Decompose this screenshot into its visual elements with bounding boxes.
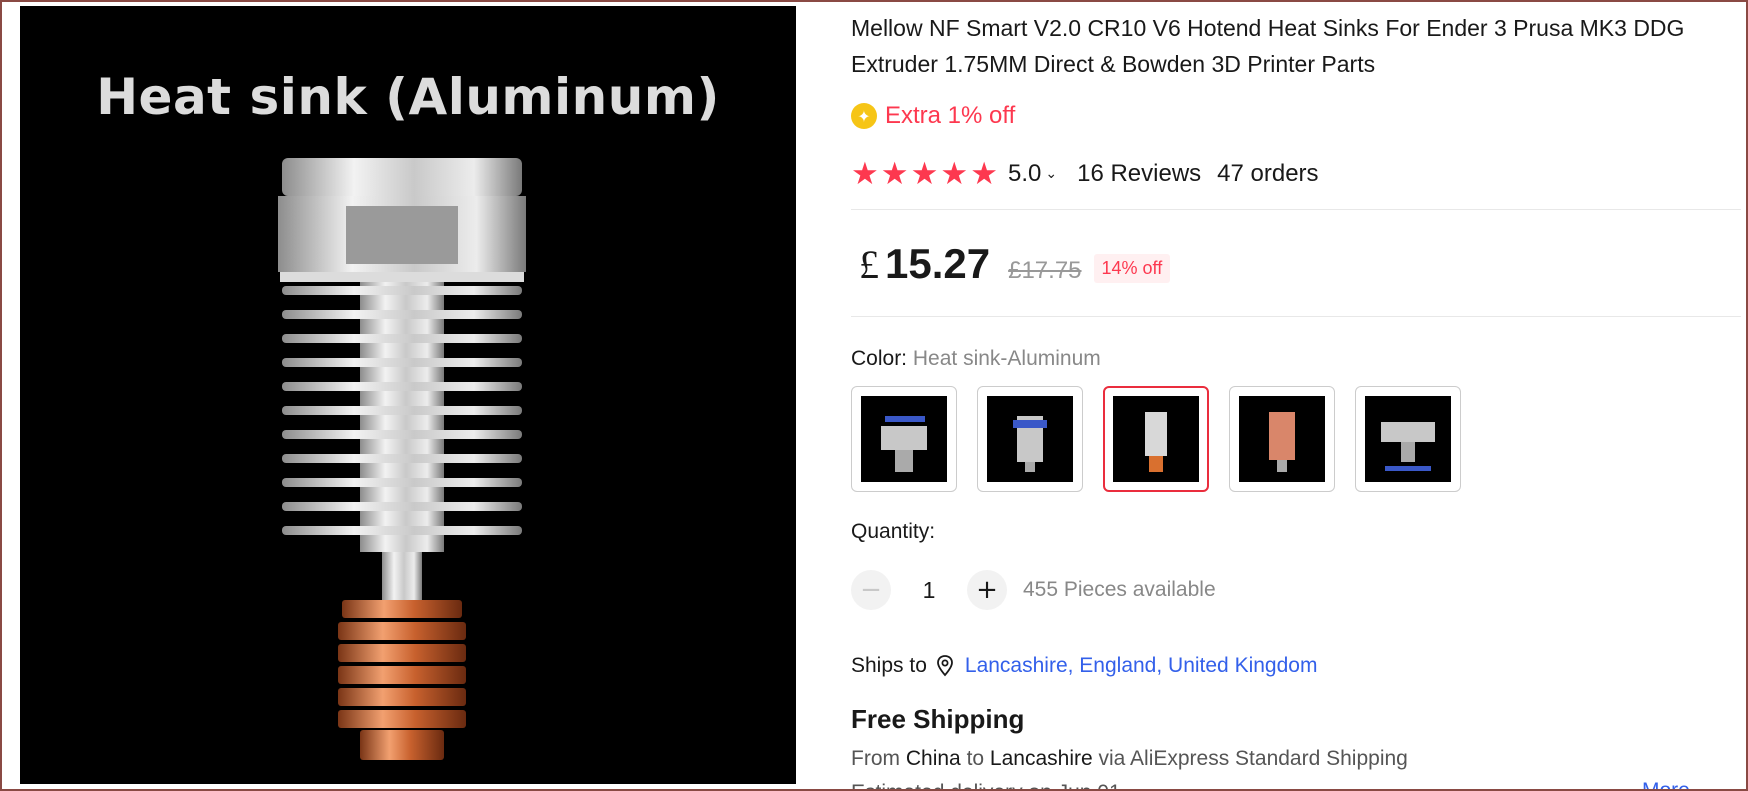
free-shipping-label: Free Shipping <box>851 704 1025 734</box>
to-word: to <box>966 747 985 770</box>
increase-quantity-button[interactable]: + <box>967 570 1007 610</box>
star-icon: ★ <box>880 156 909 192</box>
swatch-thumbnail <box>1365 396 1451 482</box>
more-options-link[interactable]: More options <box>1642 779 1741 789</box>
color-swatches <box>851 386 1461 492</box>
quantity-value[interactable]: 1 <box>891 577 967 604</box>
swatch-heat-sink-copper[interactable] <box>1229 386 1335 492</box>
quantity-stepper: − 1 + 455 Pieces available <box>851 570 1216 610</box>
thumb-art <box>1269 412 1295 472</box>
star-icon: ★ <box>851 156 879 192</box>
rating-row: ★ ★ ★ ★ ★ 5.0 ⌄ 16 Reviews 47 orders <box>851 158 1319 190</box>
price-row: £ 15.27 £17.75 14% off <box>859 240 1171 288</box>
swatch-mounting-side-3[interactable] <box>1355 386 1461 492</box>
star-icon: ★ <box>970 156 998 192</box>
ship-from: China <box>905 747 961 770</box>
thumb-art <box>1013 416 1047 472</box>
stock-available: 455 Pieces available <box>1023 578 1216 601</box>
ships-to-label: Ships to <box>851 654 927 677</box>
ship-to: Lancashire <box>989 747 1093 770</box>
ships-to-row: Ships to Lancashire, England, United Kin… <box>851 654 1317 678</box>
currency-symbol: £ <box>859 242 879 287</box>
swatch-thumbnail <box>1239 396 1325 482</box>
swatch-thumbnail <box>987 396 1073 482</box>
shipping-route: From China to Lancashire via AliExpress … <box>851 747 1408 771</box>
star-icon: ★ <box>940 156 969 192</box>
decrease-quantity-button[interactable]: − <box>851 570 891 610</box>
orders-count: 47 orders <box>1217 160 1319 187</box>
promo-badge: ✦ Extra 1% off <box>851 102 1015 130</box>
ship-location-link[interactable]: Lancashire, England, United Kingdom <box>965 654 1318 678</box>
thumb-art <box>1381 422 1435 471</box>
divider <box>851 316 1741 317</box>
from-prefix: From <box>851 747 900 770</box>
coin-icon: ✦ <box>851 103 877 129</box>
current-price: 15.27 <box>885 240 991 287</box>
quantity-label: Quantity: <box>851 520 936 543</box>
thumb-art <box>1145 412 1167 472</box>
divider <box>851 209 1741 210</box>
shipping-method: via AliExpress Standard Shipping <box>1098 747 1408 770</box>
chevron-down-icon[interactable]: ⌄ <box>1045 166 1057 182</box>
original-price: £17.75 <box>1008 257 1082 284</box>
main-product-image[interactable]: Heat sink (Aluminum) <box>20 6 796 784</box>
image-caption: Heat sink (Aluminum) <box>96 68 720 126</box>
discount-badge: 14% off <box>1093 254 1171 283</box>
swatch-thumbnail <box>1113 396 1199 482</box>
star-icon: ★ <box>910 156 939 192</box>
reviews-link[interactable]: 16 Reviews <box>1077 160 1201 188</box>
color-label-row: Color: Heat sink-Aluminum <box>851 347 1101 371</box>
product-page: Heat sink (Aluminum) Mellow NF Smart V2.… <box>0 0 1748 791</box>
star-rating: ★ ★ ★ ★ ★ <box>851 158 998 190</box>
product-title: Mellow NF Smart V2.0 CR10 V6 Hotend Heat… <box>851 15 1685 77</box>
color-label: Color: <box>851 347 908 370</box>
selected-color: Heat sink-Aluminum <box>912 347 1101 370</box>
swatch-mounting-side-2[interactable] <box>977 386 1083 492</box>
location-pin-icon <box>936 655 953 677</box>
thumb-art <box>881 416 927 472</box>
promo-text: Extra 1% off <box>885 102 1016 129</box>
estimated-delivery: Estimated delivery on Jun 01 <box>851 781 1121 789</box>
swatch-mounting-side-1[interactable] <box>851 386 957 492</box>
swatch-thumbnail <box>861 396 947 482</box>
rating-score[interactable]: 5.0 <box>1008 160 1041 188</box>
swatch-heat-sink-aluminum[interactable] <box>1103 386 1209 492</box>
